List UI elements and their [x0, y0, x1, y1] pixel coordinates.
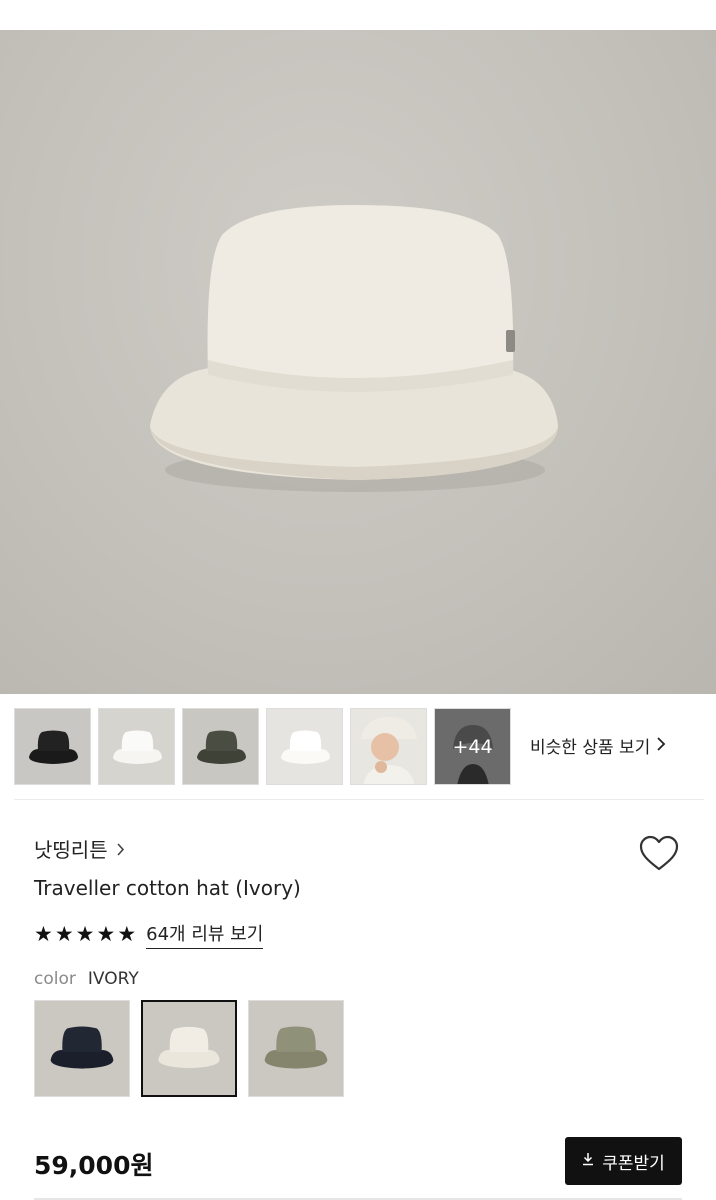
review-link[interactable]: 64개 리뷰 보기 — [146, 920, 264, 949]
color-row: color IVORY — [34, 969, 139, 989]
thumbnail-model-photo[interactable] — [350, 708, 427, 785]
product-price: 59,000원 — [34, 1151, 154, 1180]
swatch-navy[interactable] — [34, 1000, 130, 1097]
product-title: Traveller cotton hat (Ivory) — [34, 876, 301, 900]
star-icon: ★ — [96, 922, 116, 946]
brand-name: 낫띵리튼 — [34, 838, 108, 862]
similar-products-link[interactable]: 비슷한 상품 보기 — [530, 733, 666, 758]
brand-link[interactable]: 낫띵리튼 — [34, 834, 125, 863]
star-icon: ★ — [117, 922, 137, 946]
thumbnail-ivory-hat[interactable] — [266, 708, 343, 785]
wishlist-heart-icon[interactable] — [637, 832, 681, 876]
rating-stars: ★ ★ ★ ★ ★ — [34, 924, 136, 945]
star-icon: ★ — [54, 922, 74, 946]
chevron-right-icon — [656, 736, 666, 756]
coupon-label: 쿠폰받기 — [602, 1153, 665, 1174]
more-count: +44 — [452, 735, 493, 758]
thumbnail-olive-hat[interactable] — [182, 708, 259, 785]
similar-products-label: 비슷한 상품 보기 — [530, 738, 651, 758]
swatch-khaki[interactable] — [248, 1000, 344, 1097]
bucket-hat-illustration — [150, 205, 559, 492]
download-icon — [582, 1151, 594, 1171]
star-icon: ★ — [75, 922, 95, 946]
star-icon: ★ — [34, 922, 53, 946]
coupon-download-button[interactable]: 쿠폰받기 — [565, 1137, 682, 1185]
chevron-right-icon — [116, 837, 125, 861]
swatch-ivory[interactable] — [141, 1000, 237, 1097]
thumbnail-strip: +44 — [14, 708, 511, 785]
thumbnail-black-hat[interactable] — [14, 708, 91, 785]
color-swatches — [34, 1000, 344, 1097]
color-label: color — [34, 969, 76, 989]
product-main-image[interactable] — [0, 30, 716, 694]
rating-row: ★ ★ ★ ★ ★ 64개 리뷰 보기 — [34, 920, 264, 949]
divider — [14, 799, 704, 800]
color-value: IVORY — [87, 969, 139, 989]
thumbnail-more[interactable]: +44 — [434, 708, 511, 785]
thumbnail-white-hat[interactable] — [98, 708, 175, 785]
